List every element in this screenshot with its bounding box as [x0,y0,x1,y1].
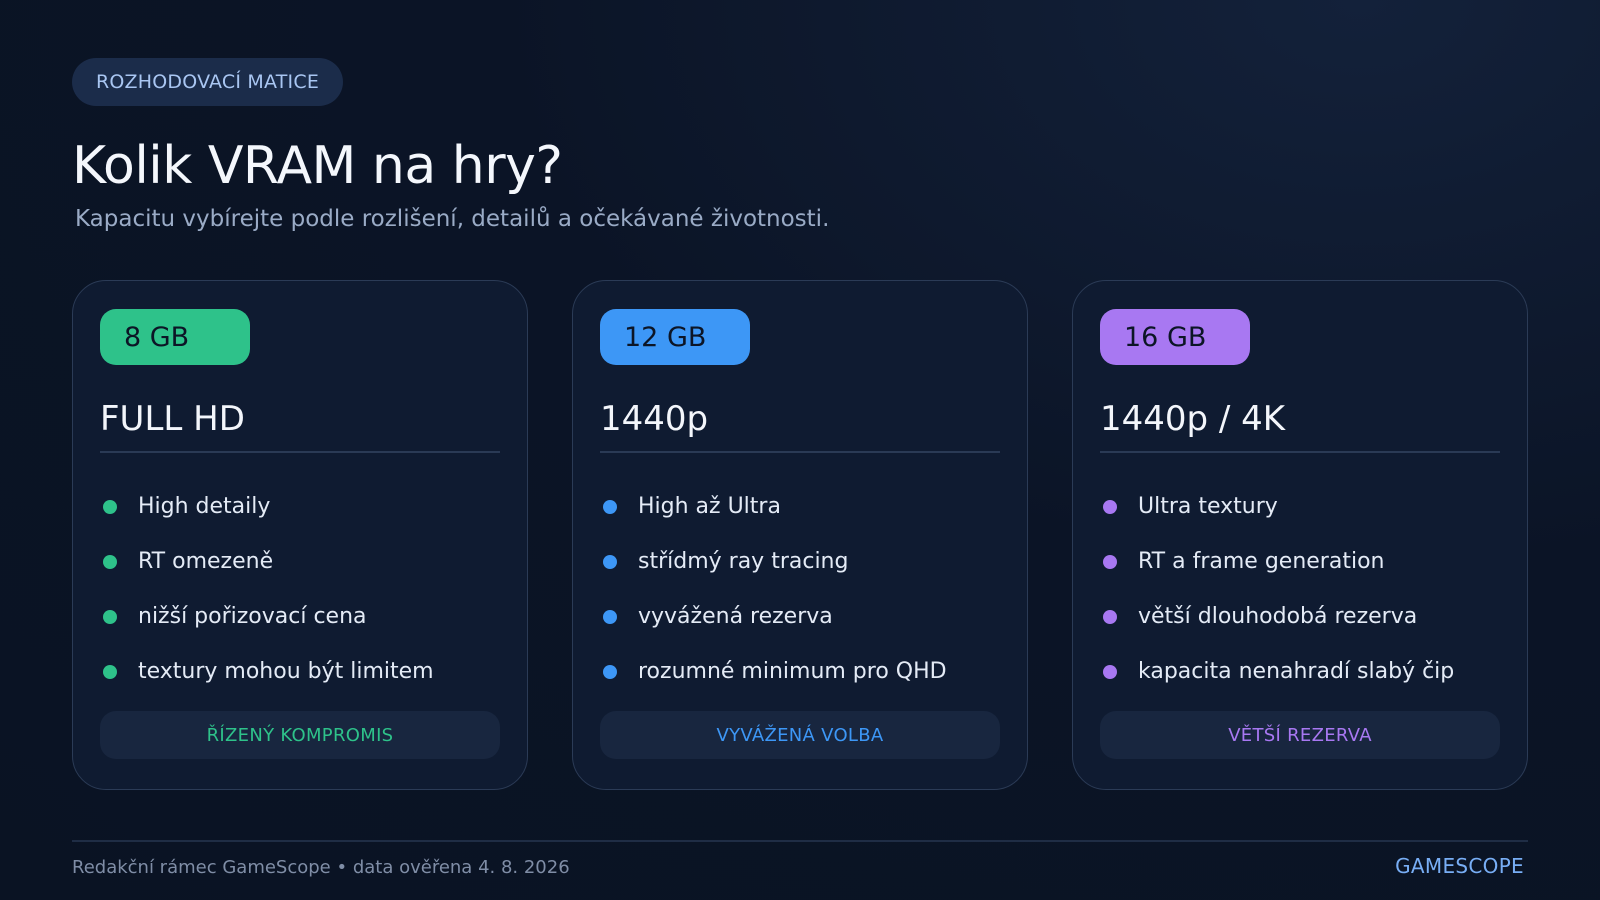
feature-list: High až Ultra střídmý ray tracing vyváže… [600,479,947,699]
bullet-dot-icon [603,554,617,569]
list-item-text: High až Ultra [638,494,781,519]
list-item: střídmý ray tracing [600,534,947,589]
card-8gb: 8 GB FULL HD High detaily RT omezeně niž… [72,280,528,790]
list-item-text: střídmý ray tracing [638,549,849,574]
list-item: High detaily [100,479,434,534]
list-item: RT omezeně [100,534,434,589]
divider [1100,451,1500,453]
divider [100,451,500,453]
list-item: Ultra textury [1100,479,1454,534]
list-item-text: vyvážená rezerva [638,604,833,629]
list-item-text: rozumné minimum pro QHD [638,659,947,684]
feature-list: High detaily RT omezeně nižší pořizovací… [100,479,434,699]
feature-list: Ultra textury RT a frame generation větš… [1100,479,1454,699]
bullet-dot-icon [103,554,117,569]
capacity-chip: 16 GB [1100,309,1250,365]
card-12gb: 12 GB 1440p High až Ultra střídmý ray tr… [572,280,1028,790]
footer-divider [72,840,1528,842]
bullet-dot-icon [603,664,617,679]
list-item: větší dlouhodobá rezerva [1100,589,1454,644]
list-item: textury mohou být limitem [100,644,434,699]
bullet-dot-icon [103,499,117,514]
list-item: High až Ultra [600,479,947,534]
list-item-text: High detaily [138,494,271,519]
list-item-text: RT omezeně [138,549,274,574]
verdict-label: ŘÍZENÝ KOMPROMIS [100,711,500,759]
list-item-text: RT a frame generation [1138,549,1385,574]
list-item-text: textury mohou být limitem [138,659,434,684]
list-item: rozumné minimum pro QHD [600,644,947,699]
capacity-chip: 8 GB [100,309,250,365]
page-title: Kolik VRAM na hry? [72,136,563,196]
divider [600,451,1000,453]
verdict-label: VYVÁŽENÁ VOLBA [600,711,1000,759]
footer-note: Redakční rámec GameScope • data ověřena … [72,857,570,878]
bullet-dot-icon [603,609,617,624]
bullet-dot-icon [103,609,117,624]
resolution-heading: 1440p [600,399,709,439]
capacity-chip: 12 GB [600,309,750,365]
page-subtitle: Kapacitu vybírejte podle rozlišení, deta… [75,206,830,232]
list-item: RT a frame generation [1100,534,1454,589]
slide: ROZHODOVACÍ MATICE Kolik VRAM na hry? Ka… [0,0,1600,900]
resolution-heading: FULL HD [100,399,245,439]
section-badge: ROZHODOVACÍ MATICE [72,58,344,106]
bullet-dot-icon [1103,609,1117,624]
resolution-heading: 1440p / 4K [1100,399,1286,439]
list-item: nižší pořizovací cena [100,589,434,644]
list-item-text: Ultra textury [1138,494,1278,519]
bullet-dot-icon [1103,554,1117,569]
verdict-label: VĚTŠÍ REZERVA [1100,711,1500,759]
bullet-dot-icon [1103,499,1117,514]
bullet-dot-icon [103,664,117,679]
bullet-dot-icon [1103,664,1117,679]
card-16gb: 16 GB 1440p / 4K Ultra textury RT a fram… [1072,280,1528,790]
brand-logo: GAMESCOPE [1395,854,1524,878]
bullet-dot-icon [603,499,617,514]
list-item: vyvážená rezerva [600,589,947,644]
list-item-text: nižší pořizovací cena [138,604,367,629]
list-item: kapacita nenahradí slabý čip [1100,644,1454,699]
list-item-text: kapacita nenahradí slabý čip [1138,659,1455,684]
list-item-text: větší dlouhodobá rezerva [1138,604,1418,629]
vram-cards: 8 GB FULL HD High detaily RT omezeně niž… [72,280,1528,790]
